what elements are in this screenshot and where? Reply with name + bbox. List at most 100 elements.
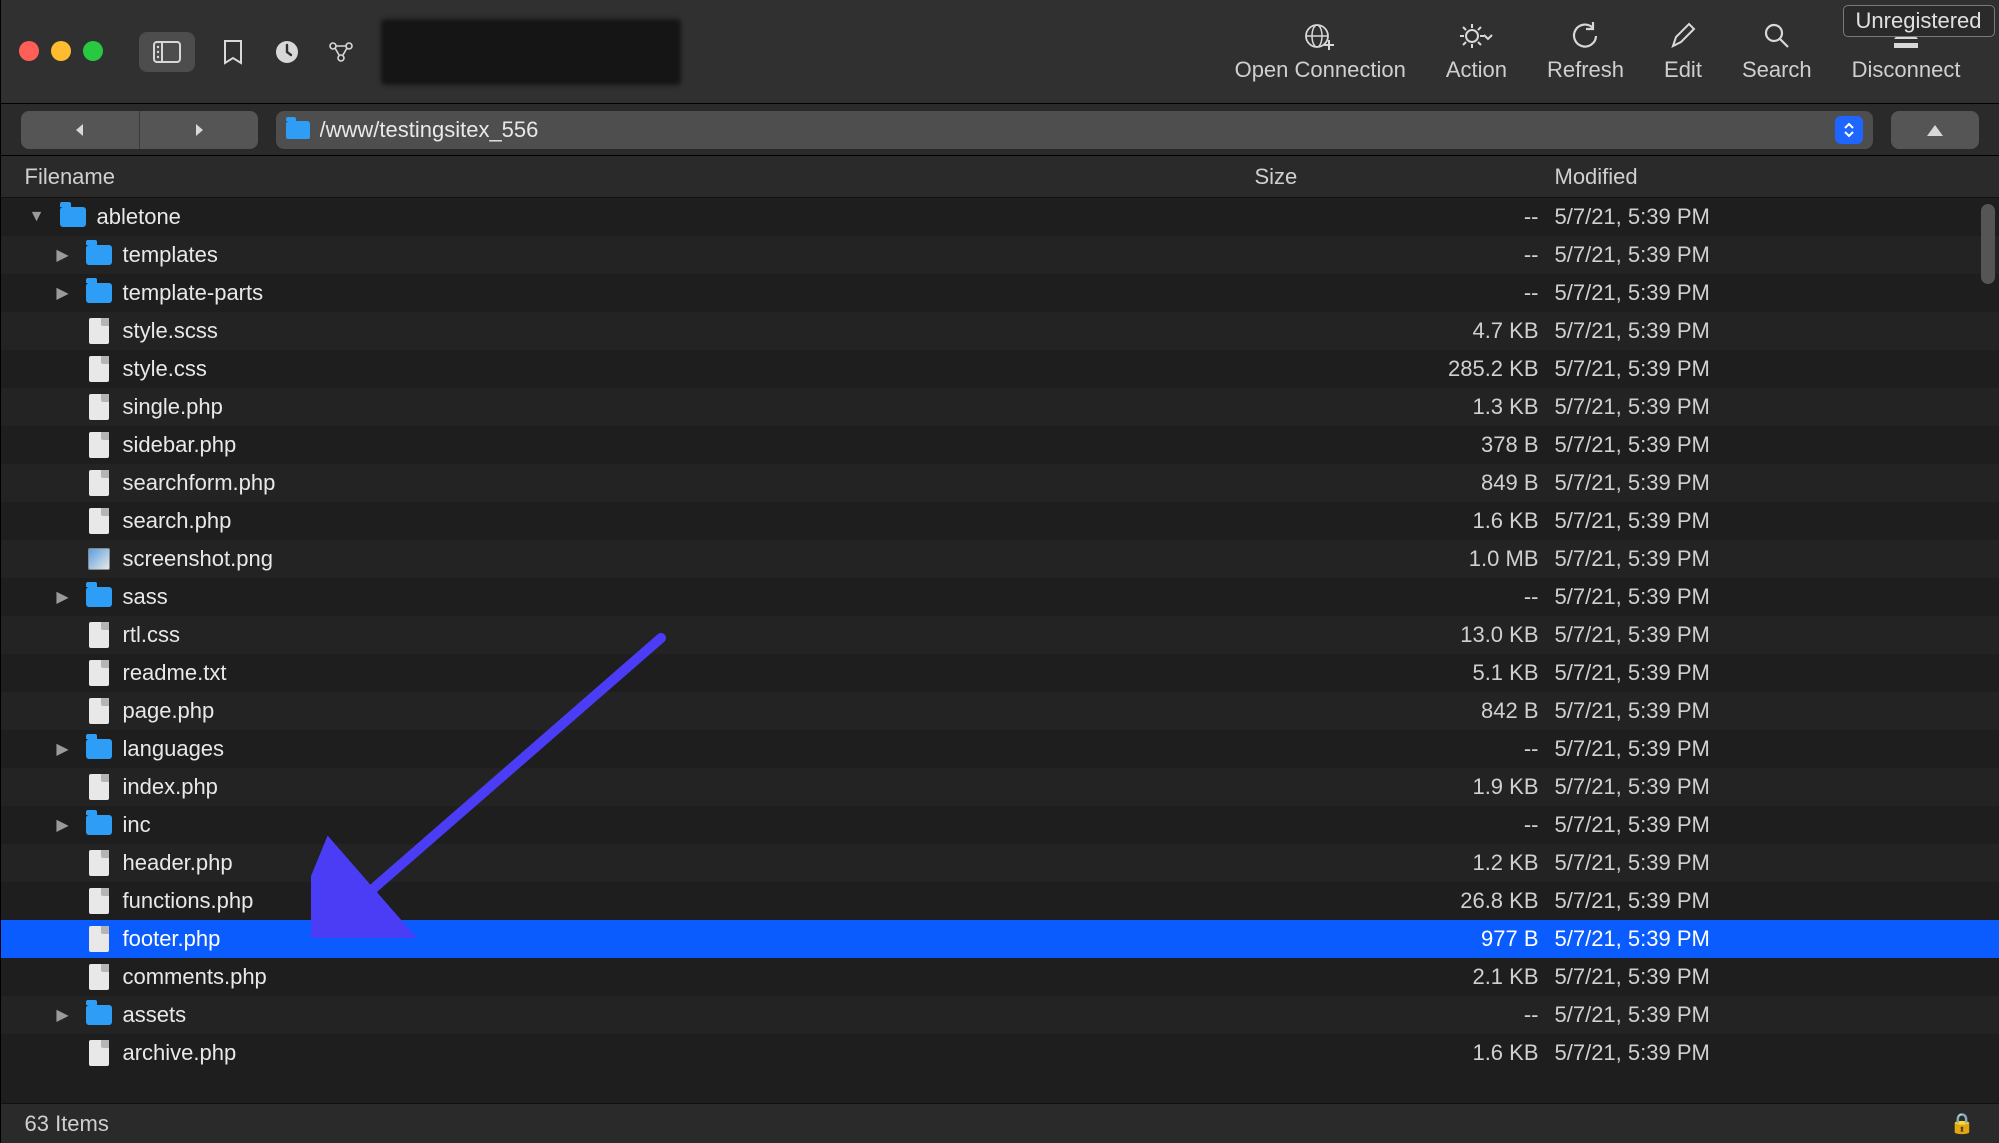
file-row[interactable]: search.php1.6 KB5/7/21, 5:39 PM xyxy=(1,502,1999,540)
disclosure-arrow[interactable]: ▼ xyxy=(25,208,49,226)
disclosure-arrow xyxy=(51,398,75,416)
sidebar-toggle[interactable] xyxy=(139,32,195,72)
file-name: archive.php xyxy=(123,1040,237,1066)
file-modified: 5/7/21, 5:39 PM xyxy=(1555,660,1975,686)
file-icon xyxy=(89,698,109,724)
toolbar-label: Open Connection xyxy=(1235,57,1406,83)
file-icon xyxy=(89,622,109,648)
file-row[interactable]: header.php1.2 KB5/7/21, 5:39 PM xyxy=(1,844,1999,882)
file-name: sidebar.php xyxy=(123,432,237,458)
file-size: 1.0 MB xyxy=(1255,546,1555,572)
file-row[interactable]: ▶assets--5/7/21, 5:39 PM xyxy=(1,996,1999,1034)
file-row[interactable]: ▼abletone--5/7/21, 5:39 PM xyxy=(1,198,1999,236)
file-row[interactable]: ▶sass--5/7/21, 5:39 PM xyxy=(1,578,1999,616)
file-icon xyxy=(89,926,109,952)
file-row[interactable]: functions.php26.8 KB5/7/21, 5:39 PM xyxy=(1,882,1999,920)
disclosure-arrow xyxy=(51,512,75,530)
close-window-button[interactable] xyxy=(19,41,39,61)
go-up-button[interactable] xyxy=(1891,111,1979,149)
minimize-window-button[interactable] xyxy=(51,41,71,61)
history-button[interactable] xyxy=(265,32,309,72)
file-row[interactable]: style.scss4.7 KB5/7/21, 5:39 PM xyxy=(1,312,1999,350)
action-button[interactable]: Action xyxy=(1446,21,1507,83)
disclosure-arrow[interactable]: ▶ xyxy=(51,587,75,607)
disclosure-arrow[interactable]: ▶ xyxy=(51,1005,75,1025)
file-icon xyxy=(89,356,109,382)
column-headers: Filename Size Modified xyxy=(1,156,1999,198)
file-row[interactable]: archive.php1.6 KB5/7/21, 5:39 PM xyxy=(1,1034,1999,1072)
file-size: 977 B xyxy=(1255,926,1555,952)
file-row[interactable]: page.php842 B5/7/21, 5:39 PM xyxy=(1,692,1999,730)
refresh-button[interactable]: Refresh xyxy=(1547,21,1624,83)
nav-back-button[interactable] xyxy=(21,111,139,149)
file-list[interactable]: ▼abletone--5/7/21, 5:39 PM▶templates--5/… xyxy=(1,198,1999,1103)
file-modified: 5/7/21, 5:39 PM xyxy=(1555,850,1975,876)
edit-button[interactable]: Edit xyxy=(1664,21,1702,83)
folder-icon xyxy=(86,1005,112,1025)
zoom-window-button[interactable] xyxy=(83,41,103,61)
path-dropdown-toggle[interactable] xyxy=(1835,116,1863,144)
path-input[interactable] xyxy=(320,117,1825,143)
disclosure-arrow[interactable]: ▶ xyxy=(51,739,75,759)
disclosure-arrow[interactable]: ▶ xyxy=(51,245,75,265)
file-name: searchform.php xyxy=(123,470,276,496)
disclosure-arrow xyxy=(51,778,75,796)
folder-icon xyxy=(60,207,86,227)
file-row[interactable]: screenshot.png1.0 MB5/7/21, 5:39 PM xyxy=(1,540,1999,578)
folder-icon xyxy=(86,587,112,607)
search-button[interactable]: Search xyxy=(1742,21,1812,83)
file-row[interactable]: single.php1.3 KB5/7/21, 5:39 PM xyxy=(1,388,1999,426)
file-size: -- xyxy=(1255,204,1555,230)
chevron-left-icon xyxy=(72,122,88,138)
disclosure-arrow[interactable]: ▶ xyxy=(51,815,75,835)
file-size: 1.9 KB xyxy=(1255,774,1555,800)
folder-icon xyxy=(86,245,112,265)
file-modified: 5/7/21, 5:39 PM xyxy=(1555,394,1975,420)
file-size: 4.7 KB xyxy=(1255,318,1555,344)
file-row[interactable]: comments.php2.1 KB5/7/21, 5:39 PM xyxy=(1,958,1999,996)
file-modified: 5/7/21, 5:39 PM xyxy=(1555,622,1975,648)
disclosure-arrow xyxy=(51,930,75,948)
open-connection-button[interactable]: Open Connection xyxy=(1235,21,1406,83)
file-size: 1.6 KB xyxy=(1255,1040,1555,1066)
file-row[interactable]: readme.txt5.1 KB5/7/21, 5:39 PM xyxy=(1,654,1999,692)
disclosure-arrow xyxy=(51,892,75,910)
file-row[interactable]: searchform.php849 B5/7/21, 5:39 PM xyxy=(1,464,1999,502)
file-name: rtl.css xyxy=(123,622,180,648)
file-row[interactable]: ▶template-parts--5/7/21, 5:39 PM xyxy=(1,274,1999,312)
file-size: 378 B xyxy=(1255,432,1555,458)
file-row[interactable]: index.php1.9 KB5/7/21, 5:39 PM xyxy=(1,768,1999,806)
file-icon xyxy=(89,888,109,914)
file-modified: 5/7/21, 5:39 PM xyxy=(1555,1002,1975,1028)
unregistered-badge: Unregistered xyxy=(1843,5,1995,37)
file-name: assets xyxy=(123,1002,187,1028)
file-row[interactable]: style.css285.2 KB5/7/21, 5:39 PM xyxy=(1,350,1999,388)
file-size: 13.0 KB xyxy=(1255,622,1555,648)
scrollbar-thumb[interactable] xyxy=(1981,204,1995,284)
file-row[interactable]: ▶inc--5/7/21, 5:39 PM xyxy=(1,806,1999,844)
toolbar-label: Disconnect xyxy=(1852,57,1961,83)
file-row[interactable]: rtl.css 13.0 KB5/7/21, 5:39 PM xyxy=(1,616,1999,654)
file-row[interactable]: ▶languages--5/7/21, 5:39 PM xyxy=(1,730,1999,768)
toolbar-label: Action xyxy=(1446,57,1507,83)
transfers-button[interactable] xyxy=(319,32,363,72)
folder-icon xyxy=(86,739,112,759)
column-filename[interactable]: Filename xyxy=(25,164,1255,190)
disclosure-arrow[interactable]: ▶ xyxy=(51,283,75,303)
file-name: inc xyxy=(123,812,151,838)
chevron-right-icon xyxy=(191,122,207,138)
file-name: comments.php xyxy=(123,964,267,990)
column-size[interactable]: Size xyxy=(1255,164,1555,190)
file-size: -- xyxy=(1255,242,1555,268)
bookmarks-button[interactable] xyxy=(211,32,255,72)
path-field[interactable] xyxy=(276,111,1873,149)
nav-forward-button[interactable] xyxy=(140,111,258,149)
file-row[interactable]: sidebar.php378 B5/7/21, 5:39 PM xyxy=(1,426,1999,464)
file-row[interactable]: ▶templates--5/7/21, 5:39 PM xyxy=(1,236,1999,274)
app-window: Unregistered Open Connection xyxy=(1,0,1999,1143)
file-row[interactable]: footer.php977 B5/7/21, 5:39 PM xyxy=(1,920,1999,958)
disclosure-arrow xyxy=(51,968,75,986)
column-modified[interactable]: Modified xyxy=(1555,164,1975,190)
file-modified: 5/7/21, 5:39 PM xyxy=(1555,356,1975,382)
status-bar: 63 Items 🔒 xyxy=(1,1103,1999,1143)
